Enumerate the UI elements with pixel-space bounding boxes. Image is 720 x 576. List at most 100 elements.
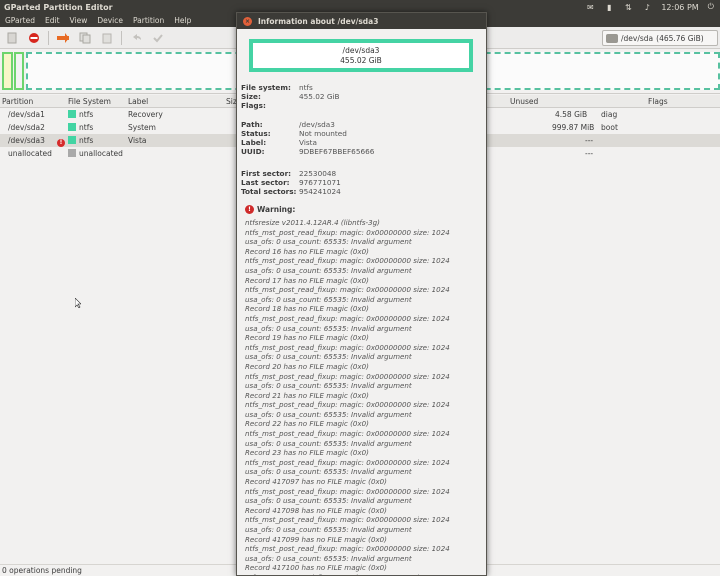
menu-gparted[interactable]: GParted — [0, 16, 40, 25]
log-line: usa_ofs: 0 usa_count: 65535: Invalid arg… — [245, 409, 412, 419]
delete-partition-button[interactable] — [26, 30, 42, 46]
log-line: Record 23 has no FILE magic (0x0) — [245, 448, 369, 458]
cell-filesystem: ntfs — [68, 110, 93, 119]
warning-log[interactable]: ntfsresize v2011.4.12AR.4 (libntfs-3g) nt… — [245, 218, 479, 576]
filesystem-color-swatch — [68, 110, 76, 118]
column-partition[interactable]: Partition — [2, 97, 33, 106]
dialog-titlebar: × Information about /dev/sda3 — [237, 13, 486, 29]
log-line: ntfs_mst_post_read_fixup: magic: 0x00000… — [245, 429, 450, 439]
total-sectors-value: 954241024 — [299, 187, 341, 196]
log-line: ntfs_mst_post_read_fixup: magic: 0x00000… — [245, 371, 450, 381]
cell-filesystem: unallocated — [68, 149, 123, 158]
undo-button[interactable] — [128, 30, 144, 46]
log-line: usa_ofs: 0 usa_count: 65535: Invalid arg… — [245, 438, 412, 448]
paste-button[interactable] — [99, 30, 115, 46]
log-line: Record 417098 has no FILE magic (0x0) — [245, 505, 387, 515]
battery-icon[interactable]: ▮ — [604, 3, 614, 12]
log-line: usa_ofs: 0 usa_count: 65535: Invalid arg… — [245, 323, 412, 333]
path-label: Path: — [241, 120, 263, 129]
device-selector[interactable]: /dev/sda (465.76 GiB) — [602, 30, 718, 46]
log-line: ntfsresize v2011.4.12AR.4 (libntfs-3g) — [245, 218, 380, 227]
paste-icon — [102, 33, 112, 43]
uuid-label: UUID: — [241, 147, 265, 156]
log-line: ntfs_mst_post_read_fixup: magic: 0x00000… — [245, 515, 450, 525]
cell-unused: 999.87 MiB — [552, 123, 595, 132]
status-label: Status: — [241, 129, 271, 138]
dialog-title: Information about /dev/sda3 — [258, 16, 379, 26]
new-partition-button[interactable] — [4, 30, 20, 46]
close-icon[interactable]: × — [243, 16, 252, 26]
cell-flags: boot — [601, 123, 618, 132]
log-line: Record 417097 has no FILE magic (0x0) — [245, 477, 387, 487]
log-line: Record 20 has no FILE magic (0x0) — [245, 361, 369, 371]
cell-unused: --- — [585, 149, 594, 158]
network-icon[interactable]: ⇅ — [623, 3, 633, 12]
column-unused[interactable]: Unused — [510, 97, 538, 106]
log-line: usa_ofs: 0 usa_count: 65535: Invalid arg… — [245, 381, 412, 391]
column-label[interactable]: Label — [128, 97, 148, 106]
check-icon — [153, 33, 163, 42]
partition-graphic-box: /dev/sda3 455.02 GiB — [249, 39, 473, 72]
partition-info-dialog: × Information about /dev/sda3 /dev/sda3 … — [236, 12, 487, 576]
log-line: Record 21 has no FILE magic (0x0) — [245, 390, 369, 400]
total-sectors-label: Total sectors: — [241, 187, 297, 196]
clock[interactable]: 12:06 PM — [661, 3, 698, 12]
log-line: Record 417100 has no FILE magic (0x0) — [245, 563, 387, 573]
menu-partition[interactable]: Partition — [128, 16, 169, 25]
power-icon[interactable]: ⏻ — [708, 2, 714, 12]
window-title: GParted Partition Editor — [4, 2, 113, 12]
log-line: Record 18 has no FILE magic (0x0) — [245, 304, 369, 314]
filesystem-color-swatch — [68, 149, 76, 157]
partition-block-sda1[interactable] — [2, 52, 13, 90]
log-line: Record 19 has no FILE magic (0x0) — [245, 333, 369, 343]
flags-label: Flags: — [241, 101, 266, 110]
undo-icon — [133, 33, 141, 40]
cell-partition: unallocated — [8, 149, 52, 158]
device-size: (465.76 GiB) — [656, 33, 704, 43]
fs-value: ntfs — [299, 83, 313, 92]
delete-icon — [29, 32, 39, 43]
log-line: usa_ofs: 0 usa_count: 65535: Invalid arg… — [245, 467, 412, 477]
column-filesystem[interactable]: File System — [68, 97, 111, 106]
menu-device[interactable]: Device — [92, 16, 128, 25]
partition-block-sda2[interactable] — [14, 52, 24, 90]
partition-box-name: /dev/sda3 — [342, 46, 380, 55]
size-label: Size: — [241, 92, 261, 101]
apply-button[interactable] — [150, 30, 166, 46]
label-label: Label: — [241, 138, 267, 147]
volume-icon[interactable]: ♪ — [642, 3, 652, 12]
warning-icon: ! — [245, 205, 254, 214]
menu-help[interactable]: Help — [169, 16, 196, 25]
column-flags[interactable]: Flags — [648, 97, 668, 106]
cell-filesystem: ntfs — [68, 123, 93, 132]
resize-move-button[interactable] — [55, 30, 71, 46]
copy-button[interactable] — [77, 30, 93, 46]
filesystem-color-swatch — [68, 136, 76, 144]
log-line: ntfs_mst_post_read_fixup: magic: 0x00000… — [245, 342, 450, 352]
log-line: Record 16 has no FILE magic (0x0) — [245, 246, 369, 256]
log-line: usa_ofs: 0 usa_count: 65535: Invalid arg… — [245, 553, 412, 563]
cell-label: System — [128, 123, 156, 132]
log-line: usa_ofs: 0 usa_count: 65535: Invalid arg… — [245, 294, 412, 304]
menu-edit[interactable]: Edit — [40, 16, 65, 25]
cell-flags: diag — [601, 110, 618, 119]
cell-label: Recovery — [128, 110, 163, 119]
log-line: Record 417099 has no FILE magic (0x0) — [245, 534, 387, 544]
cell-partition: /dev/sda2 — [8, 123, 45, 132]
first-sector-value: 22530048 — [299, 169, 337, 178]
partition-box-size: 455.02 GiB — [340, 56, 382, 65]
log-line: usa_ofs: 0 usa_count: 65535: Invalid arg… — [245, 525, 412, 534]
status-value: Not mounted — [299, 129, 347, 138]
system-tray: ✉ ▮ ⇅ ♪ 12:06 PM ⏻ — [585, 0, 720, 14]
log-line: ntfs_mst_post_read_fixup: magic: 0x00000… — [245, 313, 450, 323]
last-sector-label: Last sector: — [241, 178, 290, 187]
log-line: ntfs_mst_post_read_fixup: magic: 0x00000… — [245, 544, 450, 554]
mail-icon[interactable]: ✉ — [585, 3, 595, 12]
menu-view[interactable]: View — [65, 16, 93, 25]
log-line: usa_ofs: 0 usa_count: 65535: Invalid arg… — [245, 265, 412, 275]
warning-icon: ! — [57, 136, 65, 147]
cell-partition: /dev/sda3 — [8, 136, 45, 145]
log-line: usa_ofs: 0 usa_count: 65535: Invalid arg… — [245, 496, 412, 506]
new-icon — [7, 32, 17, 43]
log-line: Record 17 has no FILE magic (0x0) — [245, 275, 369, 285]
